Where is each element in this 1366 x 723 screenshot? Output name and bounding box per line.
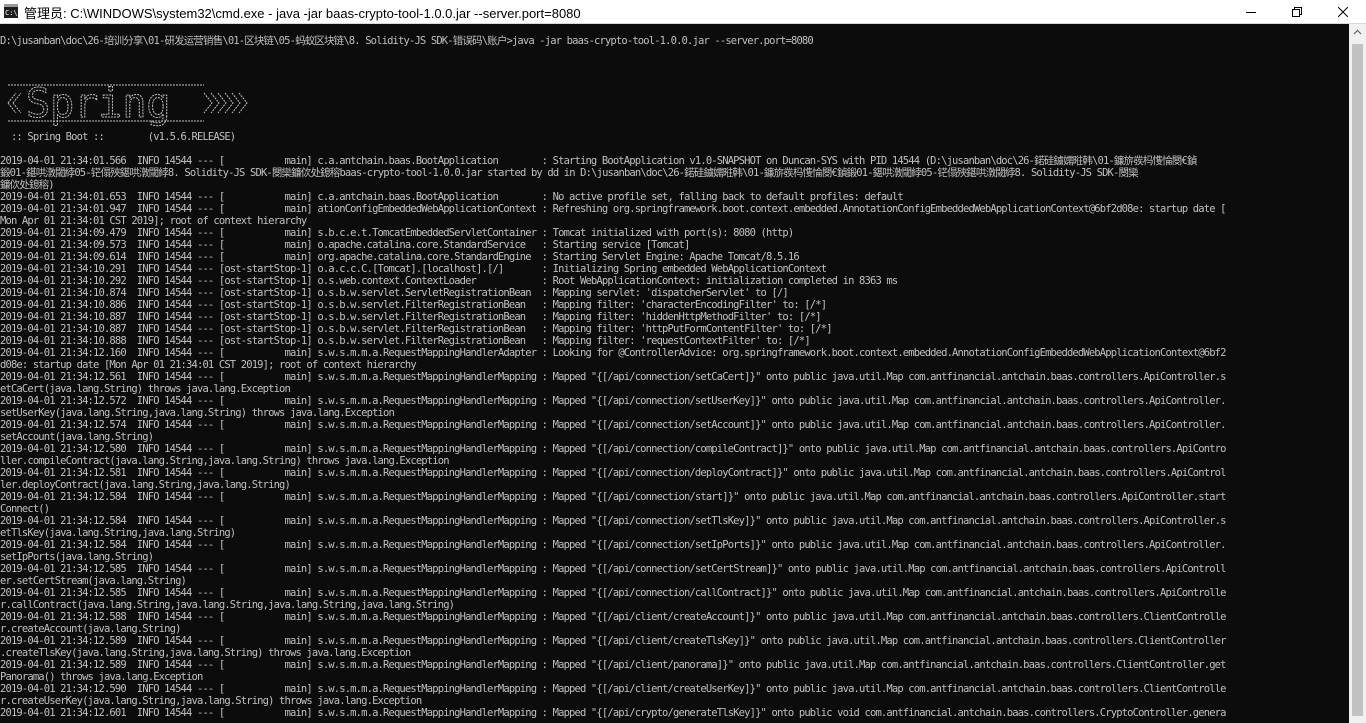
log-line: 2019-04-01 21:34:12.581 INFO 14544 --- [… xyxy=(0,467,1226,479)
title-bar[interactable]: C:\ 管理员: C:\WINDOWS\system32\cmd.exe - j… xyxy=(0,0,1366,24)
command-line: D:\jusanban\doc\26-培训分享\01-研发运营销售\01-区块链… xyxy=(0,35,814,47)
log-line: 2019-04-01 21:34:12.561 INFO 14544 --- [… xyxy=(0,371,1226,383)
vertical-scrollbar[interactable] xyxy=(1349,24,1366,723)
cmd-app-icon: C:\ xyxy=(4,4,18,18)
log-line: 2019-04-01 21:34:10.292 INFO 14544 --- [… xyxy=(0,275,898,287)
log-line: .createTlsKey(java.lang.String,java.lang… xyxy=(0,647,411,659)
log-line: 2019-04-01 21:34:12.574 INFO 14544 --- [… xyxy=(0,419,1226,431)
log-line: 2019-04-01 21:34:12.584 INFO 14544 --- [… xyxy=(0,515,1226,527)
log-line: er.setCertStream(java.lang.String) xyxy=(0,575,187,587)
log-line: 2019-04-01 21:34:12.580 INFO 14544 --- [… xyxy=(0,443,1226,455)
window-title: 管理员: C:\WINDOWS\system32\cmd.exe - java … xyxy=(24,6,581,21)
cmd-window: C:\ 管理员: C:\WINDOWS\system32\cmd.exe - j… xyxy=(0,0,1366,723)
log-line: 2019-04-01 21:34:12.160 INFO 14544 --- [… xyxy=(0,347,1226,359)
chevron-up-icon xyxy=(1353,29,1362,35)
log-line: setIpPorts(java.lang.String) xyxy=(0,551,154,563)
console-output[interactable]: D:\jusanban\doc\26-培训分享\01-研发运营销售\01-区块链… xyxy=(0,24,1349,723)
log-line: 2019-04-01 21:34:12.589 INFO 14544 --- [… xyxy=(0,635,1226,647)
log-line: 2019-04-01 21:34:12.584 INFO 14544 --- [… xyxy=(0,539,1226,551)
log-line: 2019-04-01 21:34:01.947 INFO 14544 --- [… xyxy=(0,203,1226,215)
log-line: 2019-04-01 21:34:12.601 INFO 14544 --- [… xyxy=(0,707,1226,719)
minimize-button[interactable] xyxy=(1228,0,1274,23)
log-line: r.callContract(java.lang.String,java.lan… xyxy=(0,599,455,611)
log-line: 2019-04-01 21:34:01.653 INFO 14544 --- [… xyxy=(0,191,904,203)
log-line: etTlsKey(java.lang.String,java.lang.Stri… xyxy=(0,527,236,539)
log-line: ller.compileContract(java.lang.String,ja… xyxy=(0,455,450,467)
log-line: setAccount(java.lang.String) xyxy=(0,431,154,443)
log-line: r.createAccount(java.lang.String) xyxy=(0,623,181,635)
log-line: r.createUserKey(java.lang.String,java.la… xyxy=(0,695,422,707)
log-line: 2019-04-01 21:34:10.291 INFO 14544 --- [… xyxy=(0,263,827,275)
close-icon xyxy=(1338,6,1348,17)
log-line: etCaCert(java.lang.String) throws java.l… xyxy=(0,383,291,395)
log-line: 鍛01-鍖哄潡閾綍05-铓傝殎鍖哄潡閾綍8. Solidity-JS SDK-閿… xyxy=(0,167,1139,179)
log-line: Connect() xyxy=(0,503,50,515)
spring-boot-version: :: Spring Boot :: (v1.5.6.RELEASE) xyxy=(0,131,236,143)
log-line: 2019-04-01 21:34:12.585 INFO 14544 --- [… xyxy=(0,563,1226,575)
close-button[interactable] xyxy=(1320,0,1366,23)
log-line: 2019-04-01 21:34:10.886 INFO 14544 --- [… xyxy=(0,299,827,311)
restore-icon xyxy=(1292,6,1302,17)
log-line: 2019-04-01 21:34:09.614 INFO 14544 --- [… xyxy=(0,251,800,263)
log-line: 2019-04-01 21:34:12.572 INFO 14544 --- [… xyxy=(0,395,1226,407)
log-line: 2019-04-01 21:34:12.590 INFO 14544 --- [… xyxy=(0,683,1226,695)
log-line: 2019-04-01 21:34:01.566 INFO 14544 --- [… xyxy=(0,155,1197,167)
svg-text:C:\: C:\ xyxy=(5,9,18,17)
log-line: 2019-04-01 21:34:12.585 INFO 14544 --- [… xyxy=(0,587,1226,599)
log-line: 2019-04-01 21:34:10.888 INFO 14544 --- [… xyxy=(0,335,811,347)
log-line: 2019-04-01 21:34:12.589 INFO 14544 --- [… xyxy=(0,659,1226,671)
log-line: Panorama() throws java.lang.Exception xyxy=(0,671,203,683)
scroll-up-button[interactable] xyxy=(1349,24,1366,41)
log-line: 2019-04-01 21:34:09.479 INFO 14544 --- [… xyxy=(0,227,794,239)
minimize-icon xyxy=(1246,11,1256,13)
restore-button[interactable] xyxy=(1274,0,1320,23)
log-line: setUserKey(java.lang.String,java.lang.St… xyxy=(0,407,395,419)
log-line: 2019-04-01 21:34:10.874 INFO 14544 --- [… xyxy=(0,287,789,299)
log-line: 2019-04-01 21:34:10.887 INFO 14544 --- [… xyxy=(0,311,822,323)
log-line: 2019-04-01 21:34:09.573 INFO 14544 --- [… xyxy=(0,239,690,251)
log-line: 2019-04-01 21:34:12.588 INFO 14544 --- [… xyxy=(0,611,1226,623)
log-line: 2019-04-01 21:34:12.584 INFO 14544 --- [… xyxy=(0,491,1226,503)
log-line: ler.deployContract(java.lang.String,java… xyxy=(0,479,291,491)
log-line: 2019-04-01 21:34:10.887 INFO 14544 --- [… xyxy=(0,323,833,335)
banner-logo-text: Spring xyxy=(26,81,171,127)
log-line: 鐮佽处鎴穃) xyxy=(0,179,55,191)
log-line: d08e: startup date [Mon Apr 01 21:34:01 … xyxy=(0,359,417,371)
scrollbar-thumb[interactable] xyxy=(1352,44,1363,716)
log-line: Mon Apr 01 21:34:01 CST 2019]; root of c… xyxy=(0,215,307,227)
